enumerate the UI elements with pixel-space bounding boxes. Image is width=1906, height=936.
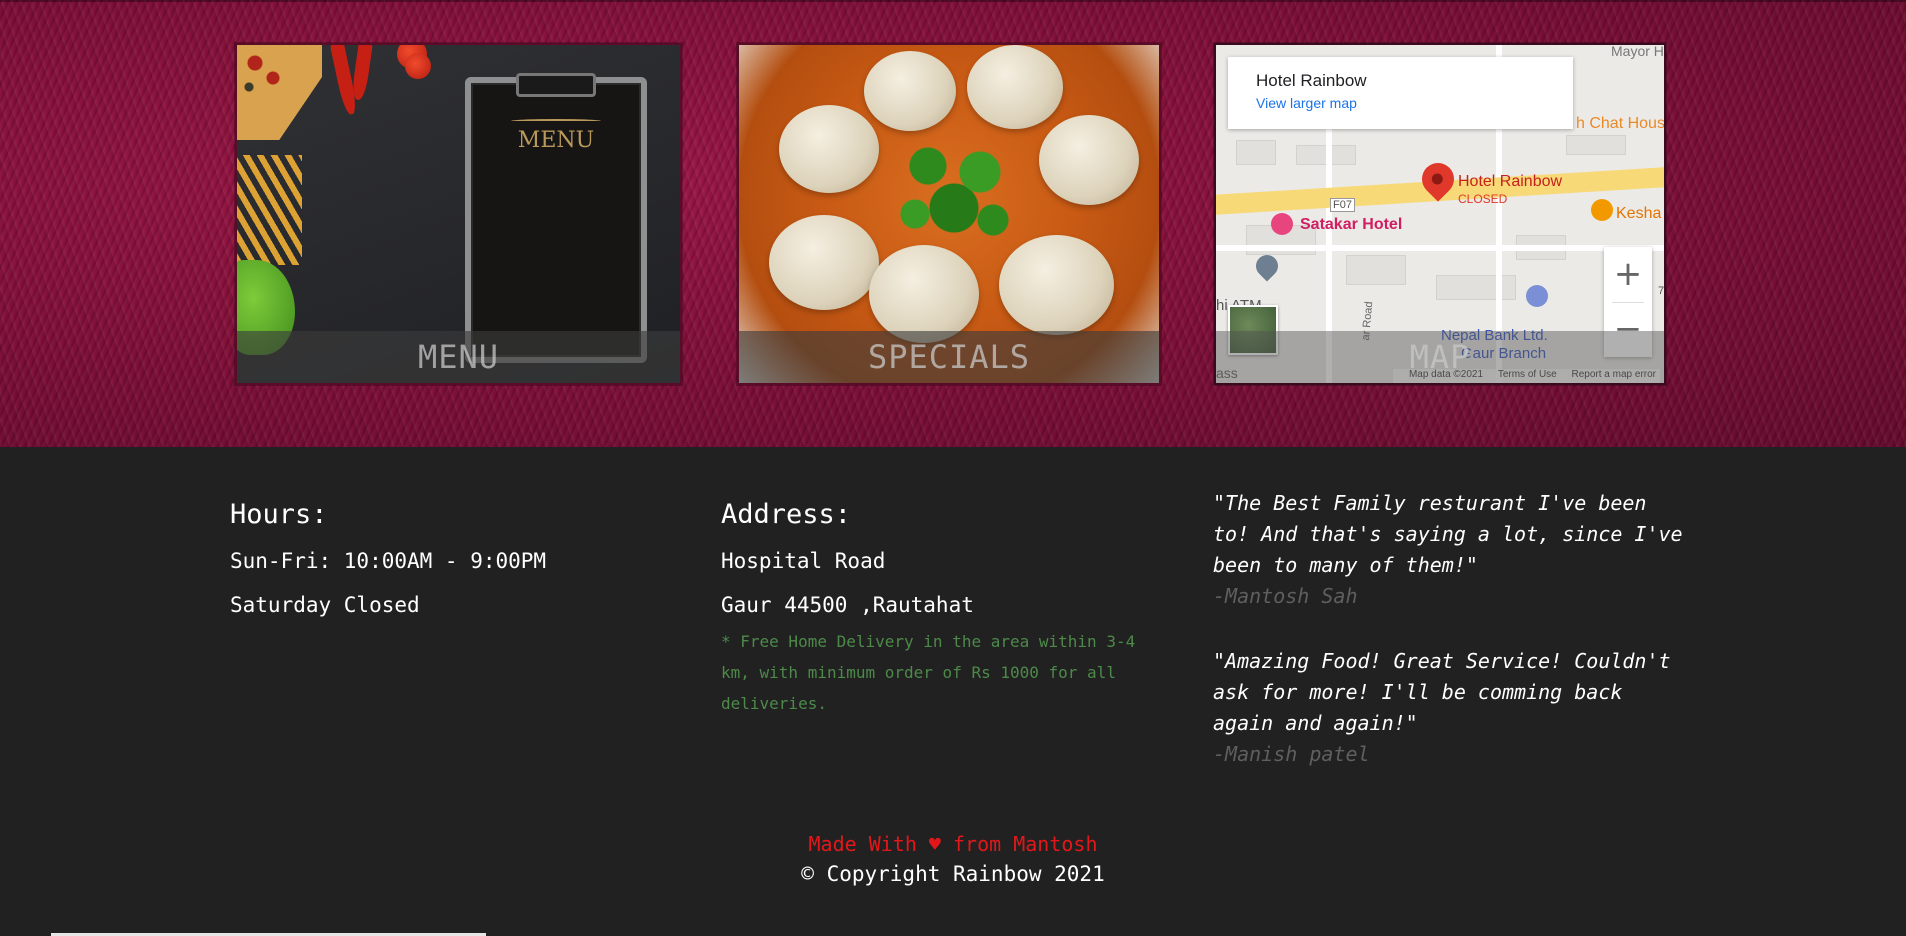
address-section: Address: Hospital Road Gaur 44500 ,Rauta… — [721, 499, 1151, 719]
clipboard-illustration: MENU — [465, 73, 647, 363]
momo — [869, 245, 979, 343]
hotel-poi-icon[interactable] — [1271, 213, 1293, 235]
restaurant-poi-icon[interactable] — [1591, 199, 1613, 221]
made-with-credit: Made With ♥ from Mantosh — [808, 832, 1098, 856]
map-block — [1566, 135, 1626, 155]
hours-weekday: Sun-Fri: 10:00AM - 9:00PM — [230, 549, 547, 573]
testimonial-author: -Manish patel — [1213, 742, 1370, 766]
address-heading: Address: — [721, 499, 852, 530]
menu-caption[interactable]: MENU — [237, 331, 680, 383]
map-pin-label: Hotel Rainbow — [1458, 173, 1563, 190]
clipboard-menu-text: MENU — [517, 128, 595, 153]
pasta-decoration — [237, 155, 302, 265]
address-street: Hospital Road — [721, 549, 886, 573]
road-code-badge: F07 — [1330, 198, 1355, 212]
momo — [999, 235, 1114, 335]
address-city: Gaur 44500 ,Rautahat — [721, 593, 974, 617]
map-block — [1436, 275, 1516, 300]
clipboard-clip — [516, 73, 596, 97]
menu-card[interactable]: MENU MENU — [235, 43, 682, 385]
zoom-in-button[interactable]: + — [1604, 247, 1652, 302]
momo — [864, 51, 956, 131]
map-block — [1346, 255, 1406, 285]
copyright-text: © Copyright Rainbow 2021 — [801, 862, 1105, 886]
map-block — [1236, 140, 1276, 165]
testimonial-quote: "The Best Family resturant I've been to!… — [1213, 491, 1683, 577]
pizza-decoration — [237, 45, 322, 140]
map-label-keshar: Kesha — [1616, 205, 1662, 222]
zoom-separator — [1612, 302, 1644, 303]
testimonial-author: -Mantosh Sah — [1213, 584, 1358, 608]
map-label-satakar: Satakar Hotel — [1300, 216, 1403, 233]
map-label-mayor: Mayor House — [1611, 43, 1664, 59]
bank-poi-icon[interactable] — [1526, 285, 1548, 307]
cilantro-garnish — [889, 130, 1019, 250]
map-label-chat-house: h Chat House — [1576, 115, 1666, 132]
map-pin-status: CLOSED — [1458, 192, 1508, 206]
testimonial-quote: "Amazing Food! Great Service! Couldn't a… — [1213, 649, 1671, 735]
momo — [967, 45, 1063, 129]
hours-section: Hours: Sun-Fri: 10:00AM - 9:00PM Saturda… — [230, 499, 546, 620]
map-info-window: Hotel Rainbow View larger map — [1228, 57, 1573, 129]
momo — [779, 105, 879, 193]
map-road — [1216, 245, 1664, 251]
clipboard-ornament — [511, 119, 601, 123]
map-caption[interactable]: MAP — [1216, 331, 1664, 383]
testimonials-section: "The Best Family resturant I've been to!… — [1213, 488, 1683, 770]
atm-pin-icon[interactable] — [1251, 250, 1283, 282]
specials-card[interactable]: SPECIALS — [737, 43, 1161, 385]
tomato-decoration — [405, 53, 431, 79]
hero-band: MENU MENU SPECIALS Mayor H h Chat House … — [0, 0, 1906, 447]
specials-caption[interactable]: SPECIALS — [739, 331, 1159, 383]
map-place-title: Hotel Rainbow — [1256, 71, 1367, 90]
hours-heading: Hours: — [230, 499, 328, 530]
chili-decoration — [350, 45, 374, 101]
momo — [769, 215, 879, 310]
momo — [1039, 115, 1139, 205]
view-larger-map-link[interactable]: View larger map — [1256, 95, 1545, 111]
hours-saturday: Saturday Closed — [230, 593, 420, 617]
delivery-note: * Free Home Delivery in the area within … — [721, 632, 1136, 713]
map-label-lower-right: 7 — [1658, 285, 1665, 297]
map-card[interactable]: Mayor House h Chat House Hotel Rainbow C… — [1214, 43, 1666, 385]
